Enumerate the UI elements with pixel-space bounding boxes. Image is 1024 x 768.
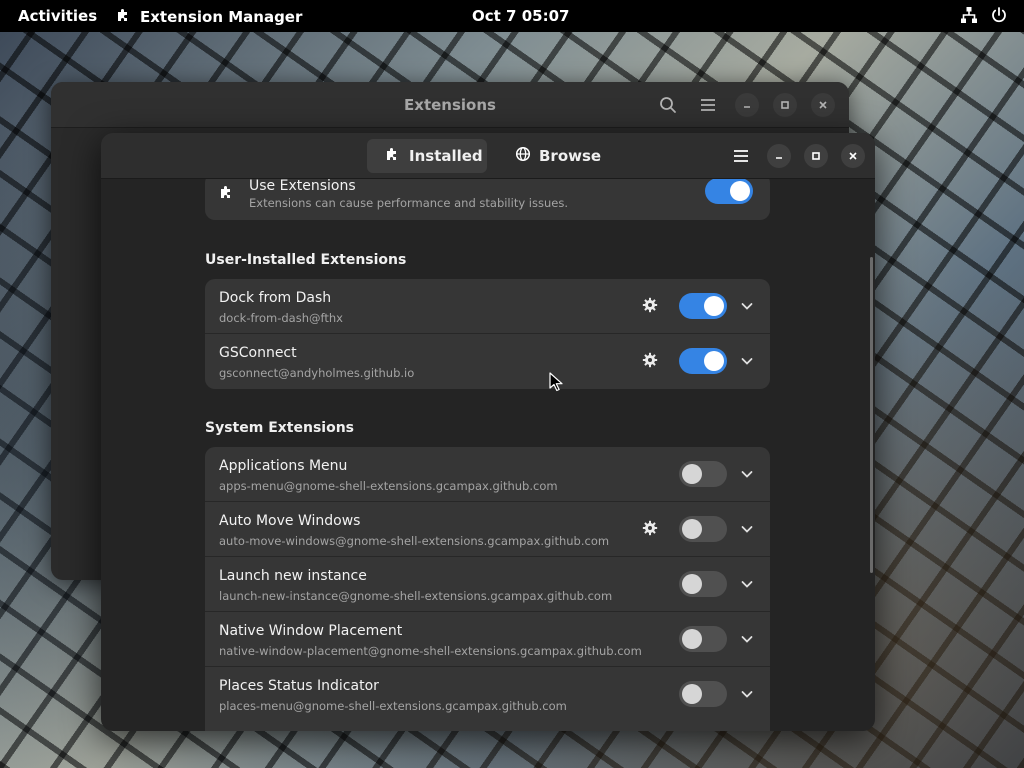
extension-manager-headerbar: Installed Browse [101,133,875,179]
gear-icon[interactable] [641,296,659,314]
top-bar: Activities Extension Manager Oct 7 05:07 [0,0,1024,32]
puzzle-icon [219,184,235,204]
list-item[interactable]: Places Status Indicator places-menu@gnom… [205,667,770,722]
chevron-down-icon[interactable] [739,353,755,369]
chevron-down-icon[interactable] [739,466,755,482]
tab-browse-label: Browse [539,147,602,165]
extension-uuid: auto-move-windows@gnome-shell-extensions… [219,534,610,548]
chevron-down-icon[interactable] [739,298,755,314]
puzzle-icon [116,7,132,27]
extension-toggle[interactable] [679,461,727,487]
power-icon[interactable] [990,6,1008,28]
extension-name: Dock from Dash [219,290,332,306]
globe-icon [515,146,531,166]
extension-toggle[interactable] [679,626,727,652]
extension-uuid: dock-from-dash@fthx [219,311,343,325]
app-menu-label: Extension Manager [140,8,303,26]
extension-toggle[interactable] [679,516,727,542]
list-item[interactable]: Applications Menu apps-menu@gnome-shell-… [205,447,770,502]
extension-uuid: launch-new-instance@gnome-shell-extensio… [219,589,613,603]
extension-name: Native Window Placement [219,623,403,639]
user-extensions-card: Dock from Dash dock-from-dash@fthx GSCon… [205,279,770,389]
system-extensions-card: Applications Menu apps-menu@gnome-shell-… [205,447,770,731]
extension-name: Auto Move Windows [219,513,361,529]
tab-installed[interactable]: Installed [367,139,487,173]
list-item[interactable]: Dock from Dash dock-from-dash@fthx [205,279,770,334]
mouse-cursor-icon [549,372,563,396]
clock[interactable]: Oct 7 05:07 [472,7,569,25]
list-item[interactable]: Auto Move Windows auto-move-windows@gnom… [205,502,770,557]
extension-name: Applications Menu [219,458,348,474]
extension-manager-window: Installed Browse Use Extensions Extensio… [101,133,875,731]
chevron-down-icon[interactable] [739,521,755,537]
use-extensions-row: Use Extensions Extensions can cause perf… [205,179,770,220]
chevron-down-icon[interactable] [739,686,755,702]
extensions-list[interactable]: Use Extensions Extensions can cause perf… [101,179,875,731]
extension-uuid: native-window-placement@gnome-shell-exte… [219,644,642,658]
extension-name: GSConnect [219,345,297,361]
close-icon[interactable] [841,144,865,168]
tab-browse[interactable]: Browse [497,139,607,173]
minimize-icon[interactable] [767,144,791,168]
extension-toggle[interactable] [679,571,727,597]
list-item[interactable]: Native Window Placement native-window-pl… [205,612,770,667]
minimize-icon[interactable] [735,93,759,117]
gear-icon[interactable] [641,519,659,537]
extension-name: Launch new instance [219,568,367,584]
scrollbar[interactable] [870,257,873,573]
use-extensions-toggle[interactable] [705,179,753,204]
chevron-down-icon[interactable] [739,576,755,592]
extensions-headerbar: Extensions [51,82,849,128]
list-item[interactable]: GSConnect gsconnect@andyholmes.github.io [205,334,770,389]
maximize-icon[interactable] [804,144,828,168]
system-tray[interactable] [960,6,1008,28]
activities-button[interactable]: Activities [18,7,97,25]
extension-toggle[interactable] [679,348,727,374]
extension-toggle[interactable] [679,681,727,707]
system-extensions-heading: System Extensions [205,420,354,436]
extension-name: Places Status Indicator [219,678,379,694]
gear-icon[interactable] [641,351,659,369]
puzzle-icon [385,146,401,166]
use-extensions-card: Use Extensions Extensions can cause perf… [205,179,770,220]
extension-uuid: gsconnect@andyholmes.github.io [219,366,415,380]
network-icon[interactable] [960,6,978,28]
app-menu-button[interactable]: Extension Manager [116,7,302,27]
tab-installed-label: Installed [409,147,483,165]
use-extensions-title: Use Extensions [249,179,356,194]
use-extensions-subtitle: Extensions can cause performance and sta… [249,196,568,210]
menu-icon[interactable] [695,92,721,118]
search-icon[interactable] [655,92,681,118]
close-icon[interactable] [811,93,835,117]
menu-icon[interactable] [728,143,754,169]
maximize-icon[interactable] [773,93,797,117]
chevron-down-icon[interactable] [739,631,755,647]
user-extensions-heading: User-Installed Extensions [205,252,407,268]
list-item[interactable]: Launch new instance launch-new-instance@… [205,557,770,612]
extension-uuid: places-menu@gnome-shell-extensions.gcamp… [219,699,567,713]
extension-toggle[interactable] [679,293,727,319]
extension-uuid: apps-menu@gnome-shell-extensions.gcampax… [219,479,558,493]
